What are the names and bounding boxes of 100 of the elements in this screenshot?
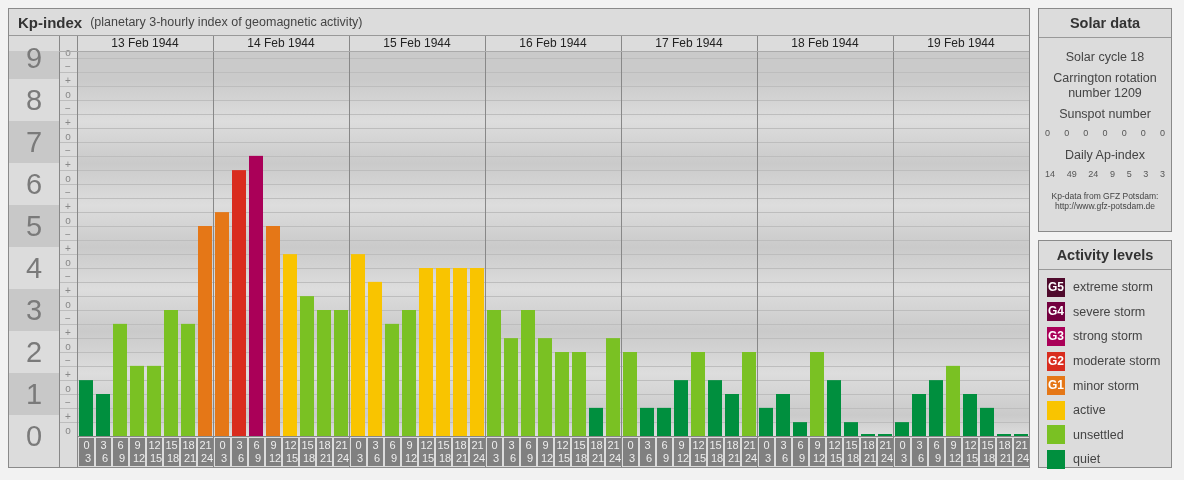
hour-label: 15 18 [164,438,180,466]
hour-label: 12 15 [147,438,163,466]
hour-label: 18 21 [181,438,197,466]
level-label: unsettled [1073,427,1124,442]
ap-value: 5 [1126,169,1132,179]
solar-cycle-text: Solar cycle 18 [1064,50,1146,65]
hour-label: 15 18 [844,438,860,466]
hour-label: 0 3 [79,438,94,466]
panel-title: Activity levels [1039,241,1171,270]
level-swatch: G3 [1047,327,1065,346]
axis-tick-label: − [65,61,71,72]
sunspot-value: 0 [1121,128,1127,138]
sunspot-value: 0 [1140,128,1146,138]
hour-label: 6 9 [929,438,944,466]
chart-title: Kp-index [18,13,83,31]
ap-value: 3 [1159,169,1165,179]
axis-tick-label: o [65,257,71,268]
hour-label: 3 6 [504,438,519,466]
level-swatch: G2 [1047,351,1065,371]
bar [929,380,943,436]
sunspot-value: 0 [1159,128,1165,138]
bar [79,380,93,436]
axis-label: 4 [25,252,43,284]
rotation-text: Carrington rotation number 1209 [1052,71,1158,101]
level-swatch: G1 [1047,376,1065,396]
axis-tick-label: − [65,271,71,282]
axis-tick-label: + [65,411,71,422]
axis-label: 3 [25,294,43,326]
axis-label: 0 [25,420,43,452]
ap-value: 14 [1045,169,1055,179]
bar [708,380,722,436]
axis-tick-label: + [65,117,71,128]
hour-label: 21 24 [198,438,214,466]
axis-tick-label: + [65,369,71,380]
axis-tick-label: + [65,285,71,296]
date-label: 16 Feb 1944 [519,36,587,50]
bar [827,380,841,436]
date-label: 15 Feb 1944 [383,36,451,50]
bar [759,407,773,436]
hour-label: 3 6 [96,438,111,466]
axis-tick-label: + [65,159,71,170]
hour-label: 9 12 [402,438,418,466]
hour-label: 21 24 [334,438,350,466]
bar [776,394,790,436]
hour-label: 3 6 [776,438,791,466]
axis-label: 7 [25,126,43,158]
hour-label: 3 6 [640,438,655,466]
hour-label: 6 9 [793,438,808,466]
axis-label: 1 [25,378,43,410]
bar [895,422,909,436]
hour-label: 9 12 [946,438,962,466]
hour-label: 15 18 [980,438,996,466]
hour-label: 15 18 [436,438,452,466]
axis-label: 8 [25,84,43,116]
bar [640,407,654,436]
hour-label: 3 6 [368,438,383,466]
axis-tick-label: − [65,187,71,198]
hour-label: 15 18 [300,438,316,466]
date-label: 17 Feb 1944 [655,36,723,50]
hour-label: 3 6 [912,438,927,466]
hour-label: 18 21 [453,438,469,466]
axis-label: 5 [25,210,43,242]
hour-label: 6 9 [249,438,264,466]
hour-label: 9 12 [538,438,554,466]
sunspot-value: 0 [1083,128,1089,138]
sunspot-heading: Sunspot number [1058,107,1152,122]
bar [147,365,161,436]
hour-label: 12 15 [827,438,843,466]
date-label: 19 Feb 1944 [927,36,995,50]
hour-label: 12 15 [555,438,571,466]
ap-heading: Daily Ap-index [1064,148,1146,163]
date-label: 14 Feb 1944 [247,36,315,50]
hour-label: 0 3 [215,438,230,466]
axis-tick-label: − [65,397,71,408]
axis-tick-label: + [65,75,71,86]
sunspot-value: 0 [1102,128,1108,138]
level-label: severe storm [1073,304,1146,319]
hour-label: 15 18 [572,438,588,466]
bar [130,365,144,436]
level-swatch: G4 [1047,302,1065,322]
axis-label: 6 [25,168,43,200]
axis-tick-label: + [65,327,71,338]
chart-subtitle: (planetary 3-hourly index of geomagnetic activity) [90,15,363,29]
axis-tick-label: o [65,131,71,142]
hour-label: 18 21 [589,438,605,466]
hour-label: 18 21 [861,438,877,466]
bar [844,422,858,436]
ap-value: 3 [1143,169,1149,179]
axis-tick-label: − [65,103,71,114]
hour-label: 6 9 [657,438,672,466]
hour-label: 12 15 [419,438,435,466]
bar [96,394,110,436]
hour-label: 3 6 [232,438,247,466]
bar [963,394,977,436]
level-swatch: G5 [1047,277,1065,297]
hour-label: 18 21 [317,438,333,466]
axis-label: 9 [25,42,43,74]
hour-label: 9 12 [130,438,146,466]
axis-tick-label: + [65,243,71,254]
axis-tick-label: − [65,145,71,156]
